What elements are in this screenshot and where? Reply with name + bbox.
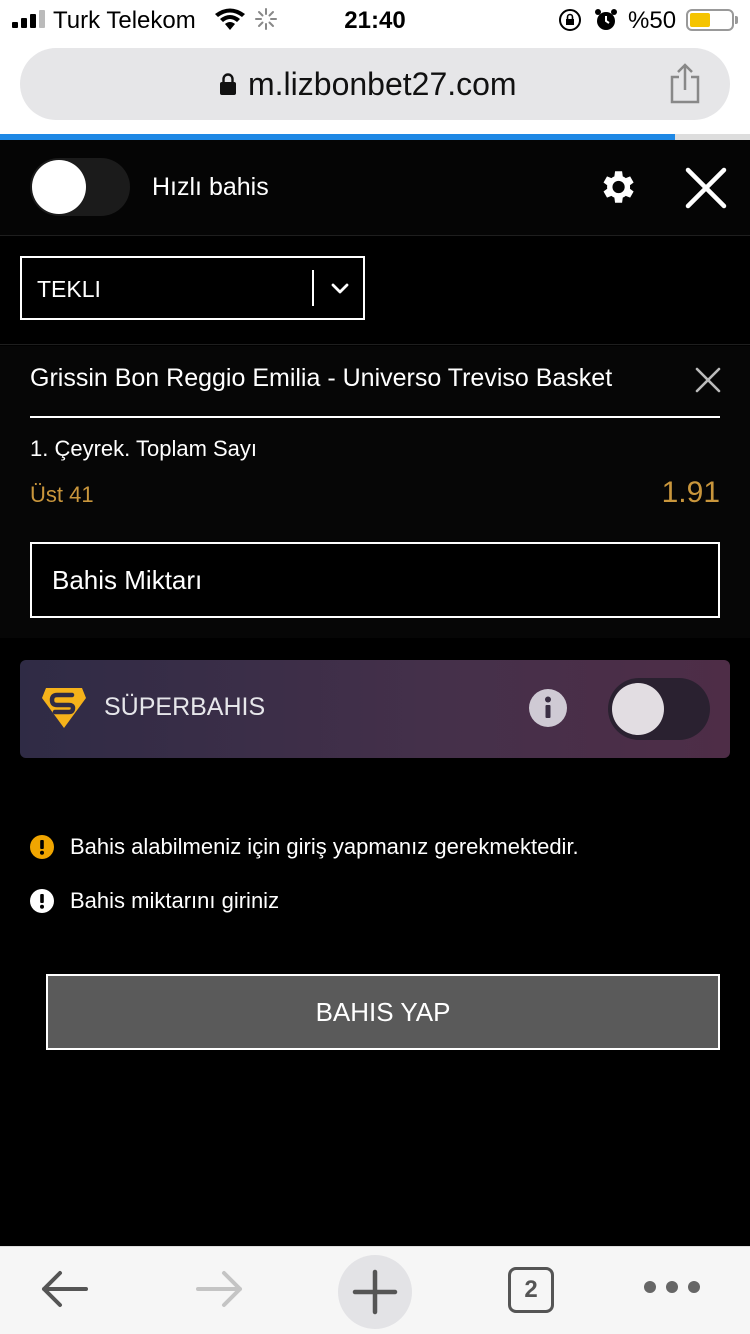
battery-percent: %50 xyxy=(628,7,677,34)
bet-type-value: TEKLI xyxy=(37,276,101,302)
login-warning: Bahis alabilmeniz için giriş yapmanız ge… xyxy=(30,834,579,860)
close-icon[interactable] xyxy=(684,166,728,210)
alarm-icon xyxy=(595,9,617,30)
bet-type-row: TEKLI xyxy=(0,237,750,345)
market-name: 1. Çeyrek. Toplam Sayı xyxy=(30,436,258,461)
bet-type-select[interactable]: TEKLI xyxy=(20,256,365,320)
outcome-name: Üst 41 xyxy=(30,482,94,507)
back-arrow-icon[interactable] xyxy=(38,1267,90,1311)
gear-icon[interactable] xyxy=(596,166,638,208)
warning-icon xyxy=(30,835,54,859)
browser-toolbar: 2 xyxy=(0,1246,750,1334)
remove-selection-icon[interactable] xyxy=(694,366,722,394)
stake-warning: Bahis miktarını giriniz xyxy=(30,888,279,914)
divider xyxy=(30,416,720,418)
superbahis-logo-icon xyxy=(42,688,86,728)
warning-text: Bahis alabilmeniz için giriş yapmanız ge… xyxy=(70,834,579,859)
new-tab-button[interactable] xyxy=(338,1255,412,1329)
match-name: Grissin Bon Reggio Emilia - Universo Tre… xyxy=(30,364,613,392)
bet-selection-card: Grissin Bon Reggio Emilia - Universo Tre… xyxy=(0,346,750,638)
superbahis-toggle[interactable] xyxy=(608,678,710,740)
place-bet-button[interactable]: BAHIS YAP xyxy=(46,974,720,1050)
rotation-lock-icon xyxy=(559,9,581,31)
share-icon[interactable] xyxy=(668,62,702,104)
chevron-down-icon xyxy=(331,283,349,294)
warning-text: Bahis miktarını giriniz xyxy=(70,888,280,913)
odds-value: 1.91 xyxy=(661,476,720,509)
status-bar: Turk Telekom 21:40 %50 xyxy=(0,0,750,40)
betslip-header: Hızlı bahis xyxy=(0,140,750,236)
more-icon[interactable] xyxy=(644,1281,700,1293)
plus-icon xyxy=(352,1269,398,1315)
battery-icon xyxy=(686,9,734,31)
tabs-button[interactable]: 2 xyxy=(508,1267,554,1313)
stake-input[interactable] xyxy=(30,542,720,618)
address-bar[interactable]: m.lizbonbet27.com xyxy=(20,48,730,120)
url-text: m.lizbonbet27.com xyxy=(248,66,517,102)
quick-bet-toggle[interactable] xyxy=(30,158,130,216)
quick-bet-label: Hızlı bahis xyxy=(152,173,269,201)
info-icon[interactable] xyxy=(528,688,568,728)
superbahis-panel: SÜPERBAHIS xyxy=(20,660,730,758)
forward-arrow-icon[interactable] xyxy=(194,1267,246,1311)
browser-address-area: m.lizbonbet27.com xyxy=(0,40,750,136)
error-icon xyxy=(30,889,54,913)
superbahis-label: SÜPERBAHIS xyxy=(104,693,266,721)
lock-icon xyxy=(220,73,236,95)
